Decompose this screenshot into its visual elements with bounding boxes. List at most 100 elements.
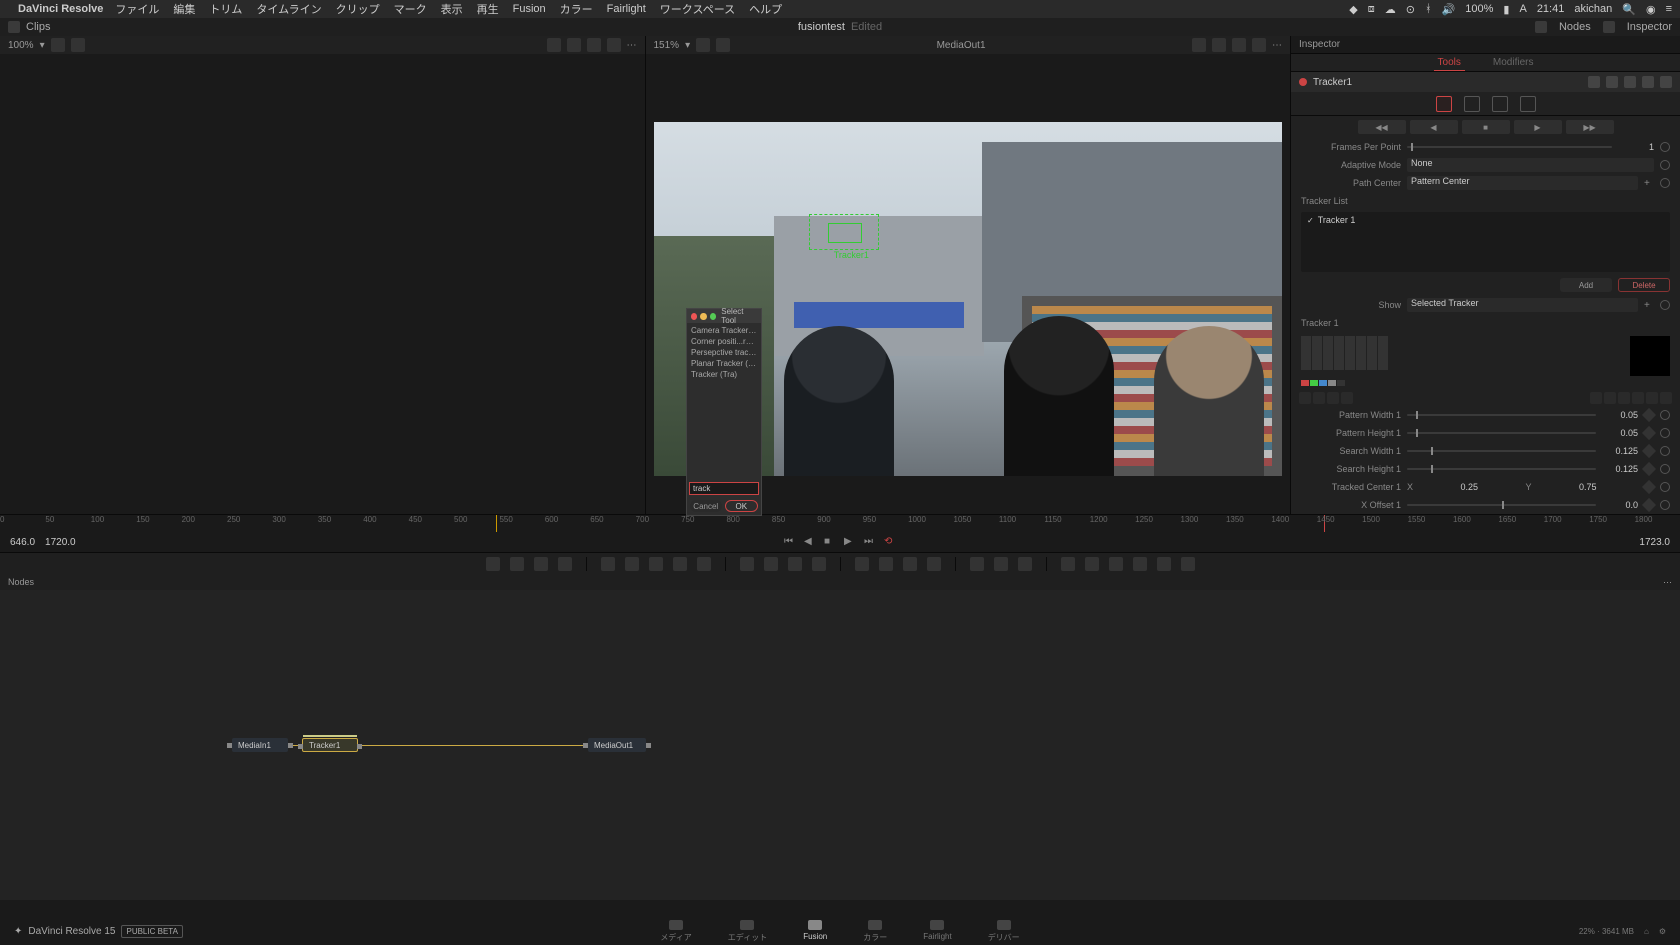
range-start[interactable]: 646.0 <box>10 537 35 548</box>
rv-opt1-icon[interactable] <box>1192 38 1206 52</box>
pattern-nav-prev[interactable] <box>1604 392 1616 404</box>
pathcenter-add[interactable]: + <box>1644 178 1654 189</box>
tc-reset[interactable] <box>1660 482 1670 492</box>
view-icon[interactable] <box>71 38 85 52</box>
maximize-icon[interactable] <box>710 313 716 320</box>
username[interactable]: akichan <box>1574 3 1612 15</box>
fpp-slider[interactable] <box>1407 146 1612 148</box>
tool-channel-icon[interactable] <box>927 557 941 571</box>
tool-3d-render-icon[interactable] <box>1181 557 1195 571</box>
track-reverse-end-button[interactable]: ◀◀ <box>1358 120 1406 134</box>
ph-slider[interactable] <box>1407 432 1596 434</box>
tool-item-corner[interactable]: Corner positi...racking (Cor) <box>687 336 761 347</box>
track-forward-button[interactable]: ▶ <box>1514 120 1562 134</box>
menu-help[interactable]: ヘルプ <box>749 1 782 17</box>
pathcenter-reset[interactable] <box>1660 178 1670 188</box>
home-icon[interactable]: ⌂ <box>1644 927 1649 936</box>
page-edit[interactable]: エディット <box>728 920 767 943</box>
xo-value[interactable]: 0.0 <box>1602 500 1638 510</box>
menu-view[interactable]: 表示 <box>441 1 463 17</box>
version-icon[interactable] <box>1624 76 1636 88</box>
sw-value[interactable]: 0.125 <box>1602 446 1638 456</box>
tool-mask-wand-icon[interactable] <box>697 557 711 571</box>
xo-kf[interactable] <box>1642 498 1656 512</box>
tab-modifiers[interactable]: Modifiers <box>1489 55 1538 70</box>
tool-cameratracker-icon[interactable] <box>1018 557 1032 571</box>
cloud-icon[interactable]: ☁ <box>1385 3 1396 16</box>
tool-3d-image-icon[interactable] <box>1061 557 1075 571</box>
page-color[interactable]: カラー <box>863 920 887 943</box>
media-pool-icon[interactable] <box>8 21 20 33</box>
input-icon[interactable]: A <box>1519 3 1526 15</box>
fpp-reset[interactable] <box>1660 142 1670 152</box>
show-add[interactable]: + <box>1644 300 1654 311</box>
chevron-down-icon[interactable]: ▾ <box>685 40 690 51</box>
tool-mask-rect-icon[interactable] <box>625 557 639 571</box>
sh-reset[interactable] <box>1660 464 1670 474</box>
nodes-menu-icon[interactable]: ⋯ <box>1663 577 1672 588</box>
pw-value[interactable]: 0.05 <box>1602 410 1638 420</box>
rv-opt2-icon[interactable] <box>1212 38 1226 52</box>
inspector-node-header[interactable]: Tracker1 <box>1291 72 1680 92</box>
fpp-value[interactable]: 1 <box>1618 142 1654 152</box>
right-zoom[interactable]: 151% <box>654 40 680 51</box>
menu-clip[interactable]: クリップ <box>336 1 380 17</box>
menu-file[interactable]: ファイル <box>115 1 159 17</box>
chevron-down-icon[interactable]: ▾ <box>40 40 45 51</box>
tool-item-tracker[interactable]: Tracker (Tra) <box>687 369 761 380</box>
rv-opt3-icon[interactable] <box>1232 38 1246 52</box>
range-end[interactable]: 1720.0 <box>45 537 76 548</box>
minimize-icon[interactable] <box>700 313 706 320</box>
menu-workspace[interactable]: ワークスペース <box>660 1 735 17</box>
page-media[interactable]: メディア <box>660 920 691 943</box>
goto-start-button[interactable]: ⏮ <box>784 536 796 548</box>
track-forward-end-button[interactable]: ▶▶ <box>1566 120 1614 134</box>
tool-cc-icon[interactable] <box>764 557 778 571</box>
node-tracker[interactable]: Tracker1 <box>302 738 358 752</box>
view-icon[interactable] <box>716 38 730 52</box>
pattern-nav-ext2[interactable] <box>1660 392 1672 404</box>
close-icon[interactable] <box>691 313 697 320</box>
lv-opt1-icon[interactable] <box>547 38 561 52</box>
pattern-nav-first[interactable] <box>1590 392 1602 404</box>
menu-color[interactable]: カラー <box>560 1 593 17</box>
select-tool-input[interactable] <box>689 482 759 495</box>
pattern-nav-ext1[interactable] <box>1646 392 1658 404</box>
bt-icon[interactable]: ᚼ <box>1425 3 1432 15</box>
tool-item-planar[interactable]: Planar Tracker (PTra) <box>687 358 761 369</box>
tool-mattecontrol-icon[interactable] <box>855 557 869 571</box>
lv-menu-icon[interactable]: ⋯ <box>627 40 637 51</box>
tool-merge-icon[interactable] <box>812 557 826 571</box>
pattern-btn-3[interactable] <box>1327 392 1339 404</box>
node-port-in[interactable] <box>227 743 232 748</box>
sw-reset[interactable] <box>1660 446 1670 456</box>
nodes-icon[interactable] <box>1535 21 1547 33</box>
sh-slider[interactable] <box>1407 468 1596 470</box>
rv-opt4-icon[interactable] <box>1252 38 1266 52</box>
menu-fusion[interactable]: Fusion <box>513 3 546 15</box>
xo-slider[interactable] <box>1407 504 1596 506</box>
node-port-in[interactable] <box>298 744 303 749</box>
menu-timeline[interactable]: タイムライン <box>256 1 321 17</box>
sw-kf[interactable] <box>1642 444 1656 458</box>
wifi-icon[interactable]: ⊙ <box>1406 3 1415 16</box>
notif-icon[interactable]: ≡ <box>1666 3 1672 15</box>
pw-reset[interactable] <box>1660 410 1670 420</box>
lv-opt2-icon[interactable] <box>567 38 581 52</box>
node-port-out[interactable] <box>357 744 362 749</box>
stop-button[interactable]: ■ <box>824 536 836 548</box>
goto-end-button[interactable]: ⏭ <box>864 536 876 548</box>
pattern-nav-last[interactable] <box>1632 392 1644 404</box>
tool-fastnoise-icon[interactable] <box>510 557 524 571</box>
pattern-btn-4[interactable] <box>1341 392 1353 404</box>
tc-kf[interactable] <box>1642 480 1656 494</box>
ph-reset[interactable] <box>1660 428 1670 438</box>
current-frame[interactable]: 1723.0 <box>1639 537 1670 548</box>
tool-item-perspective[interactable]: Persepctive tracking (Per) <box>687 347 761 358</box>
nodes-flow[interactable]: MediaIn1 Tracker1 MediaOut1 <box>0 590 1680 900</box>
menu-trim[interactable]: トリム <box>209 1 242 17</box>
cancel-button[interactable]: Cancel <box>690 500 722 512</box>
tracker-list[interactable]: Tracker 1 <box>1301 212 1670 272</box>
mode-tracker-icon[interactable] <box>1436 96 1452 112</box>
page-deliver[interactable]: デリバー <box>988 920 1020 943</box>
